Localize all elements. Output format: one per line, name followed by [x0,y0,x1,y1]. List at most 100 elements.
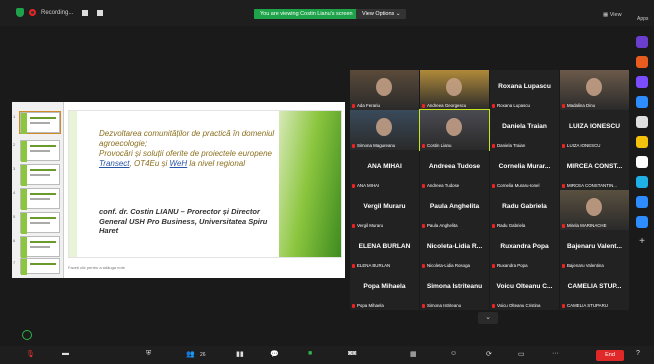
muted-mic-icon [352,143,355,148]
participant-tile[interactable]: Andreea Tudose Andreea Tudose [420,150,489,190]
chat-icon[interactable]: 💬 [270,350,279,358]
recording-label: Recording... [41,9,74,16]
slide-thumbnail[interactable] [20,188,60,210]
add-app-icon[interactable]: + [636,236,648,248]
participant-tile[interactable]: Paula Anghelita Paula Anghelita [420,190,489,230]
slide-thumbnail[interactable] [20,140,60,162]
muted-mic-icon [562,223,565,228]
participant-tile[interactable]: Simona Istriteanu Simona Istriteanu [420,270,489,310]
participant-tile[interactable]: Roxana Lupascu Roxana Lupascu [490,70,559,110]
breakout-rooms-icon[interactable]: ▦ [410,350,417,358]
help-icon[interactable]: ? [636,350,640,357]
slide-thumbnail[interactable] [20,258,60,275]
record-button-icon[interactable]: ◙◙ [348,350,356,357]
muted-mic-icon [422,143,425,148]
security-shield-icon[interactable] [16,8,24,17]
gallery-next-page-button[interactable]: ⌄ [478,312,498,324]
app-icon[interactable] [636,96,648,108]
shared-screen: 1 2 3 4 5 6 7 Dezvoltarea comunităților … [12,102,345,278]
current-slide: Dezvoltarea comunităților de practică în… [68,110,342,258]
participant-tile[interactable]: MIRCEA CONST... MIRCEA CONSTANTIN... [560,150,629,190]
participant-tile[interactable]: Voicu Olteanu C... Voicu Olteanu Cristina [490,270,559,310]
app-icon[interactable] [636,156,648,168]
participant-tile[interactable]: CAMELIA STUP... CAMELIA STUPARU [560,270,629,310]
apps-label[interactable]: Apps [637,16,648,22]
participant-label-text: Simona Istriteanu [427,303,462,308]
whiteboards-icon[interactable]: ▭ [518,350,525,358]
participant-label-text: Daniela Traian [497,143,526,148]
mute-microphone-icon[interactable]: 🎙 [26,350,35,358]
slide-thumbnail[interactable] [20,236,60,258]
participant-tile[interactable]: ANA MIHAI ANA MIHAI [350,150,419,190]
app-icon[interactable] [636,176,648,188]
participant-tile[interactable]: ELENA BURLAN ELENA BURLAN [350,230,419,270]
participant-label: Ruxandra Popa [492,263,528,268]
app-icon[interactable] [636,196,648,208]
polls-icon[interactable]: ▮▮ [236,350,244,358]
slide-thumbnail[interactable] [20,212,60,234]
screen-share-banner: You are viewing Costin Lianu's screen [254,9,359,19]
participant-tile[interactable]: Cornelia Murar... Cornelia Muraru-Ionel [490,150,559,190]
video-camera-icon[interactable]: ▬ [62,350,69,357]
participant-label-text: LUIZA IONESCU [567,143,601,148]
more-icon[interactable]: ··· [552,350,559,357]
slide-title-line: la nivel regional [187,159,245,168]
participant-tile[interactable]: Madalina Dinu [560,70,629,110]
stop-recording-icon[interactable] [97,9,104,16]
participant-label-text: MIRCEA CONSTANTIN... [567,183,617,188]
participant-label: Costin Lianu [422,143,451,148]
participant-tile[interactable]: Bajenaru Valent... Bajenaru Valentina [560,230,629,270]
recording-indicator[interactable]: Recording... [16,8,104,17]
participants-icon[interactable]: 👥 [186,350,195,358]
participant-label: Bajenaru Valentina [562,263,604,268]
apps-sidebar: + [632,36,652,256]
participant-tile[interactable]: Andreea Georgescu [420,70,489,110]
participant-tile[interactable]: Ada Ferariu [350,70,419,110]
muted-mic-icon [422,223,425,228]
app-icon[interactable] [636,136,648,148]
participant-label-text: ELENA BURLAN [357,263,391,268]
participant-name: Vergil Muraru [363,203,406,210]
view-options-label: View Options [362,11,395,17]
slide-number: 5 [13,214,16,219]
app-icon[interactable] [636,36,648,48]
app-icon[interactable] [636,56,648,68]
slide-decoration [279,111,341,257]
annotate-pen-icon[interactable] [22,330,32,340]
muted-mic-icon [492,143,495,148]
security-icon[interactable]: ⛨ [146,350,151,358]
participant-tile[interactable]: LUIZA IONESCU LUIZA IONESCU [560,110,629,150]
slide-thumbnail[interactable] [20,164,60,186]
participant-tile[interactable]: Ruxandra Popa Ruxandra Popa [490,230,559,270]
participant-silhouette [376,78,392,96]
muted-mic-icon [562,263,565,268]
muted-mic-icon [352,263,355,268]
participant-silhouette [446,118,462,136]
app-icon[interactable] [636,76,648,88]
participant-label-text: Ruxandra Popa [497,263,528,268]
participant-name: Roxana Lupascu [498,83,551,90]
view-options-button[interactable]: View Options ⌄ [356,9,407,19]
reactions-icon[interactable]: ☺ [450,350,457,357]
participant-tile[interactable]: Daniela Traian Daniela Traian [490,110,559,150]
pause-recording-icon[interactable] [82,9,89,16]
app-icon[interactable] [636,116,648,128]
participant-tile[interactable]: Radu Gabriela Radu Gabriela [490,190,559,230]
participant-tile[interactable]: Mirela MARINACHE [560,190,629,230]
participant-tile[interactable]: Popa Mihaela Popa Mihaela [350,270,419,310]
participant-label-text: Voicu Olteanu Cristina [497,303,541,308]
notes-placeholder[interactable]: Faceți clic pentru a adăuga note [68,265,125,270]
participant-tile[interactable]: Nicoleta-Lidia R... Nicoleta-Lidia Rosoga [420,230,489,270]
participant-tile[interactable]: Vergil Muraru Vergil Muraru [350,190,419,230]
slide-number: 1 [13,114,16,119]
app-icon[interactable] [636,216,648,228]
view-button[interactable]: ▦ View [603,12,622,18]
participant-tile[interactable]: Simona Magureanu [350,110,419,150]
share-screen-icon[interactable]: ■ [308,350,312,357]
end-meeting-button[interactable]: End [596,350,624,361]
participant-tile[interactable]: Costin Lianu [419,109,490,151]
participant-name: Bajenaru Valent... [567,243,622,250]
apps-icon[interactable]: ⟳ [486,350,492,358]
muted-mic-icon [492,183,495,188]
slide-thumbnail[interactable] [19,111,61,134]
